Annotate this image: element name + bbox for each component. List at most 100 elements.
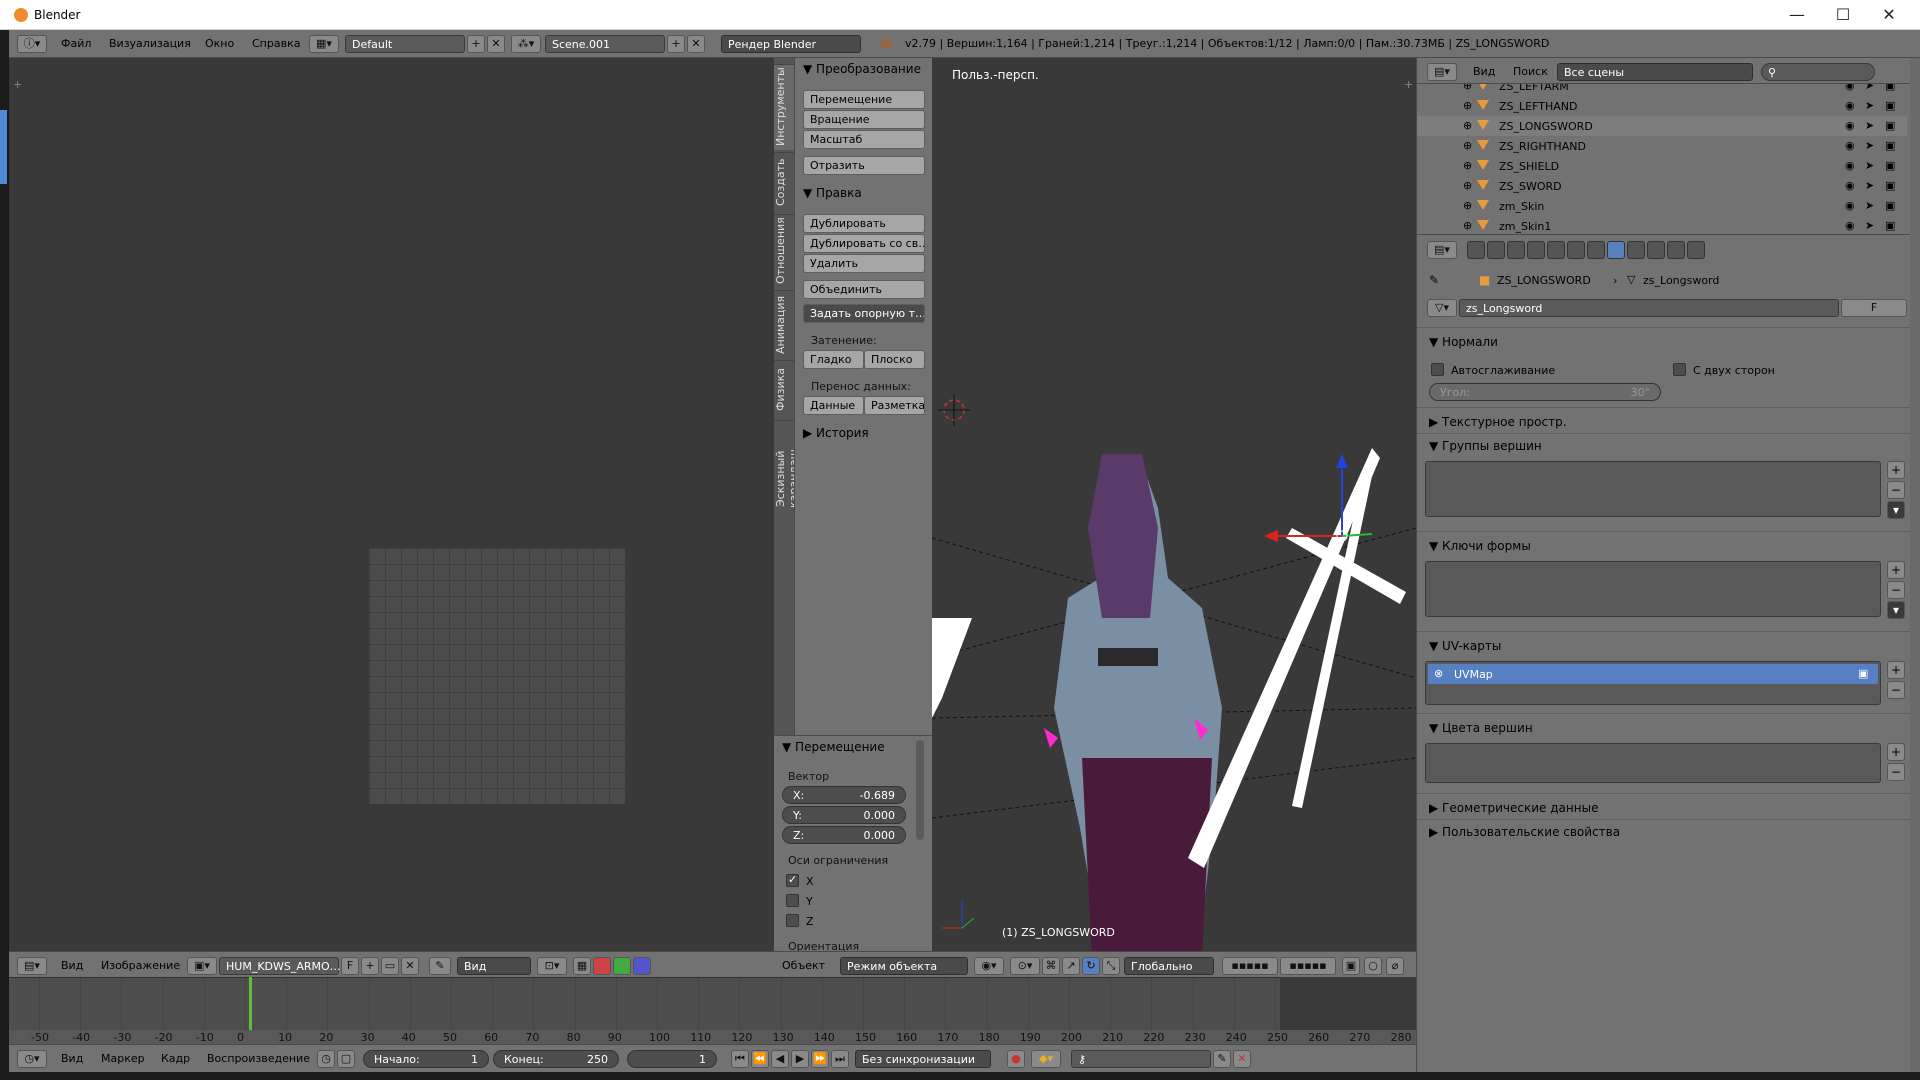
preview-range-icon[interactable]: ◷	[317, 1050, 335, 1068]
transform-header[interactable]: ▼ Преобразование	[803, 62, 921, 76]
render-engine-dropdown[interactable]: Рендер Blender	[721, 35, 861, 53]
tab-mesh-data-icon[interactable]	[1607, 241, 1625, 259]
visibility-eye-icon[interactable]: ◉	[1845, 139, 1855, 152]
uv-image-editor[interactable]: +	[9, 58, 774, 951]
properties-editor-icon[interactable]: ▤▾	[1427, 241, 1457, 259]
maximize-button[interactable]: ☐	[1820, 0, 1866, 30]
mesh-name-field[interactable]: zs_Longsword	[1459, 299, 1839, 317]
translate-manipulator-icon[interactable]: ↗	[1062, 957, 1080, 975]
panel-scrollbar[interactable]	[916, 740, 924, 840]
open-image-icon[interactable]: ▭	[381, 957, 399, 975]
constraint-z-checkbox[interactable]	[786, 914, 799, 927]
expand-icon[interactable]: ⊕	[1463, 84, 1472, 92]
selectable-cursor-icon[interactable]: ➤	[1865, 219, 1874, 232]
visibility-eye-icon[interactable]: ◉	[1845, 199, 1855, 212]
outliner-filter-dropdown[interactable]: Все сцены	[1557, 63, 1753, 81]
renderable-camera-icon[interactable]: ▣	[1885, 119, 1895, 132]
close-button[interactable]: ✕	[1866, 0, 1912, 30]
uv-grid[interactable]	[369, 548, 625, 804]
uv-maps-list[interactable]: ⊗ UVMap ▣	[1425, 661, 1881, 705]
timeline-editor-icon[interactable]: ◷▾	[17, 1050, 47, 1068]
manipulator-toggle-icon[interactable]: ⌘	[1042, 957, 1060, 975]
tab-world-icon[interactable]	[1527, 241, 1545, 259]
object-menu[interactable]: Объект	[782, 959, 825, 972]
tab-render-layers-icon[interactable]	[1487, 241, 1505, 259]
autosmooth-checkbox[interactable]	[1431, 363, 1444, 376]
outliner-item[interactable]: ⊕ ZS_SWORD ◉ ➤ ▣	[1417, 176, 1907, 196]
scale-manipulator-icon[interactable]: ⤡	[1102, 957, 1120, 975]
tab-tools[interactable]: Инструменты	[774, 64, 794, 150]
image-view-menu[interactable]: Вид	[61, 959, 83, 972]
shade-flat-button[interactable]: Плоско	[864, 350, 925, 369]
outliner-item-name[interactable]: zm_Skin1	[1499, 220, 1551, 233]
expand-icon[interactable]: ⊕	[1463, 159, 1472, 172]
timeline-frame-menu[interactable]: Кадр	[161, 1052, 190, 1065]
outliner-item-name[interactable]: ZS_SHIELD	[1499, 160, 1559, 173]
tab-relations[interactable]: Отношения	[774, 214, 794, 288]
insert-keyframe-icon[interactable]: ✎	[1213, 1050, 1231, 1068]
vertex-groups-header[interactable]: ▼ Группы вершин	[1429, 439, 1542, 453]
channel-rgb-icon[interactable]: ▦	[573, 957, 591, 975]
mesh-fake-user-button[interactable]: F	[1841, 299, 1907, 317]
vector-y-field[interactable]: Y: 0.000	[782, 806, 906, 824]
outliner-item-name[interactable]: zm_Skin	[1499, 200, 1544, 213]
texture-space-header[interactable]: ▶ Текстурное простр.	[1429, 415, 1567, 429]
uvmap-camera-icon[interactable]: ▣	[1858, 667, 1868, 680]
shade-smooth-button[interactable]: Гладко	[803, 350, 864, 369]
lock-layers-icon[interactable]: ▣	[1342, 957, 1360, 975]
tab-constraints-icon[interactable]	[1567, 241, 1585, 259]
menu-help[interactable]: Справка	[252, 37, 300, 50]
history-header[interactable]: ▶ История	[803, 426, 869, 440]
vertex-color-add-button[interactable]: +	[1887, 743, 1905, 761]
expand-icon[interactable]: ⊕	[1463, 119, 1472, 132]
delete-keyframe-icon[interactable]: ✕	[1233, 1050, 1251, 1068]
constraint-y-checkbox[interactable]	[786, 894, 799, 907]
vertex-group-remove-button[interactable]: −	[1887, 481, 1905, 499]
edit-header[interactable]: ▼ Правка	[803, 186, 862, 200]
image-name-field[interactable]: HUM_KDWS_ARMO…	[219, 957, 341, 975]
tab-particles-icon[interactable]	[1667, 241, 1685, 259]
pin-icon[interactable]: ✎	[1429, 273, 1439, 287]
outliner-item[interactable]: ⊕ ZS_SHIELD ◉ ➤ ▣	[1417, 156, 1907, 176]
screen-layout-field[interactable]: Default	[345, 35, 465, 53]
timeline-marker-menu[interactable]: Маркер	[101, 1052, 145, 1065]
visibility-eye-icon[interactable]: ◉	[1845, 99, 1855, 112]
normals-header[interactable]: ▼ Нормали	[1429, 335, 1498, 349]
lock-range-icon[interactable]: ▢	[337, 1050, 355, 1068]
outliner-item[interactable]: ⊕ ZS_RIGHTHAND ◉ ➤ ▣	[1417, 136, 1907, 156]
outliner-item[interactable]: ⊕ zm_Skin1 ◉ ➤ ▣	[1417, 216, 1907, 234]
uv-map-add-button[interactable]: +	[1887, 661, 1905, 679]
uvmap-row[interactable]: ⊗ UVMap ▣	[1428, 664, 1878, 684]
pivot-point-icon[interactable]: ⊙▾	[1010, 957, 1040, 975]
scene-field[interactable]: Scene.001	[545, 35, 665, 53]
new-image-icon[interactable]: +	[361, 957, 379, 975]
3d-viewport[interactable]: Польз.-персп. + (1) ZS_LONGSWORD	[932, 58, 1416, 951]
selectable-cursor-icon[interactable]: ➤	[1865, 199, 1874, 212]
geometry-data-header[interactable]: ▶ Геометрические данные	[1429, 801, 1598, 815]
expand-icon[interactable]: ⊕	[1463, 219, 1472, 232]
tab-physics[interactable]: Физика	[774, 360, 794, 418]
uv-map-remove-button[interactable]: −	[1887, 681, 1905, 699]
outliner-editor-icon[interactable]: ▤▾	[1427, 63, 1457, 81]
interaction-mode-dropdown[interactable]: Режим объекта	[840, 957, 968, 975]
keying-set-field[interactable]: ⚷	[1071, 1050, 1211, 1068]
outliner-search-input[interactable]: ⚲	[1761, 63, 1875, 81]
vector-z-field[interactable]: Z: 0.000	[782, 826, 906, 844]
visibility-eye-icon[interactable]: ◉	[1845, 219, 1855, 232]
pivot-icon[interactable]: ⊡▾	[537, 957, 567, 975]
data-transfer-button[interactable]: Данные	[803, 396, 864, 415]
channel-red-icon[interactable]	[593, 957, 611, 975]
timeline-playback-menu[interactable]: Воспроизведение	[207, 1052, 310, 1065]
view-mode-dropdown[interactable]: Вид	[457, 957, 531, 975]
channel-green-icon[interactable]	[613, 957, 631, 975]
uv-maps-header[interactable]: ▼ UV-карты	[1429, 639, 1501, 653]
renderable-camera-icon[interactable]: ▣	[1885, 139, 1895, 152]
jump-end-icon[interactable]: ⏭	[831, 1050, 849, 1068]
double-sided-checkbox[interactable]	[1673, 363, 1686, 376]
renderable-camera-icon[interactable]: ▣	[1885, 84, 1895, 92]
add-scene-icon[interactable]: +	[667, 35, 685, 53]
layers-grid-a[interactable]: ▪▪▪▪▪	[1222, 957, 1278, 975]
render-preview-icon[interactable]: ○	[1364, 957, 1382, 975]
renderable-camera-icon[interactable]: ▣	[1885, 199, 1895, 212]
tab-create[interactable]: Создать	[774, 152, 794, 212]
